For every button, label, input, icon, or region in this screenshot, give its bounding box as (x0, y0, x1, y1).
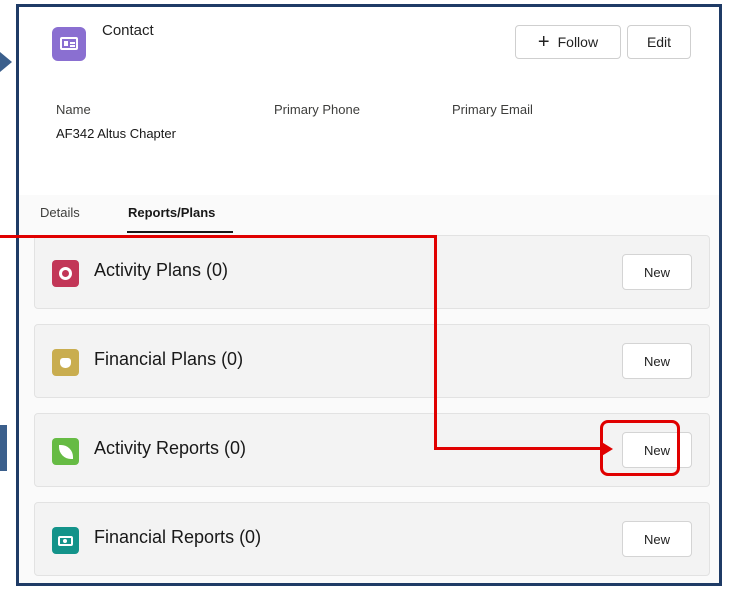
tab-details[interactable]: Details (40, 205, 80, 220)
activity-plan-icon (52, 260, 79, 287)
new-activity-plan-button[interactable]: New (622, 254, 692, 290)
annotation-line (0, 235, 437, 238)
annotation-line (434, 447, 604, 450)
primary-email-label: Primary Email (452, 102, 533, 117)
record-header: Contact + Follow Edit Name AF342 Altus C… (19, 7, 719, 233)
tab-reports-plans[interactable]: Reports/Plans (128, 205, 215, 220)
related-list-title[interactable]: Activity Plans (0) (94, 260, 228, 281)
related-list-title[interactable]: Financial Plans (0) (94, 349, 243, 370)
related-list-title[interactable]: Activity Reports (0) (94, 438, 246, 459)
contact-card-icon (52, 27, 86, 61)
related-list-financial-plans: Financial Plans (0) New (34, 324, 710, 398)
related-list-title[interactable]: Financial Reports (0) (94, 527, 261, 548)
plus-icon: + (537, 31, 550, 53)
pointer-arrow-icon (0, 52, 12, 72)
new-financial-plan-button[interactable]: New (622, 343, 692, 379)
name-value: AF342 Altus Chapter (56, 126, 176, 141)
activity-report-icon (52, 438, 79, 465)
related-list-financial-reports: Financial Reports (0) New (34, 502, 710, 576)
follow-button[interactable]: + Follow (515, 25, 621, 59)
financial-plan-icon (52, 349, 79, 376)
edit-button[interactable]: Edit (627, 25, 691, 59)
name-label: Name (56, 102, 91, 117)
side-marker (0, 425, 7, 471)
record-panel: Contact + Follow Edit Name AF342 Altus C… (16, 4, 722, 586)
follow-button-label: Follow (557, 34, 599, 50)
related-list-activity-plans: Activity Plans (0) New (34, 235, 710, 309)
new-financial-report-button[interactable]: New (622, 521, 692, 557)
annotation-highlight-box (600, 420, 680, 476)
record-type-label: Contact (102, 22, 154, 39)
financial-report-icon (52, 527, 79, 554)
primary-phone-label: Primary Phone (274, 102, 360, 117)
annotation-line (434, 235, 437, 450)
active-tab-indicator (127, 231, 233, 233)
